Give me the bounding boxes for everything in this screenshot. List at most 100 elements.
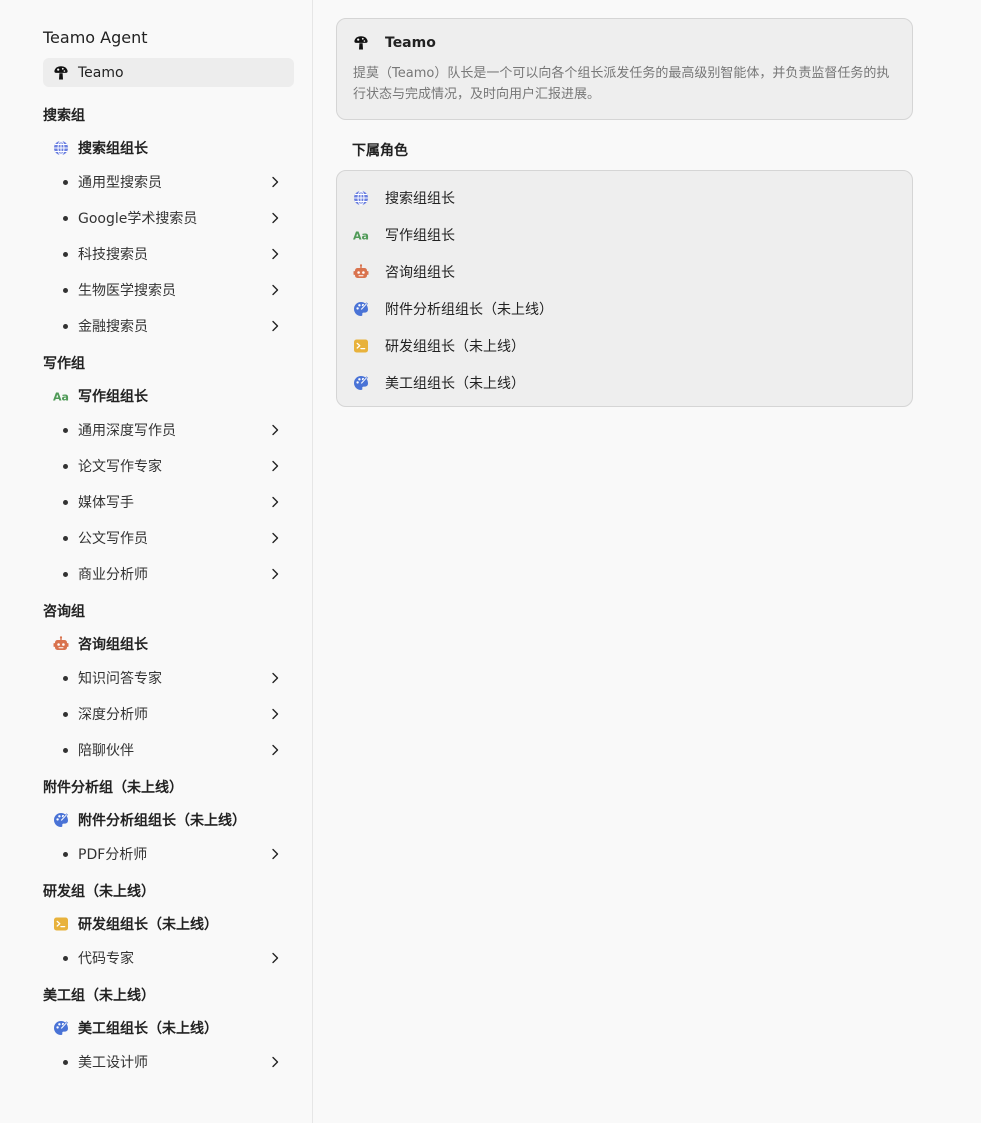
sidebar-member-item[interactable]: 金融搜索员 bbox=[43, 308, 294, 344]
bullet-dot bbox=[63, 323, 68, 329]
sidebar-member-item[interactable]: 代码专家 bbox=[43, 940, 294, 976]
sidebar-member-label: 通用型搜索员 bbox=[78, 175, 162, 191]
sidebar-member-label: 金融搜索员 bbox=[78, 319, 148, 335]
chevron-right-icon[interactable] bbox=[268, 743, 282, 757]
chevron-right-icon[interactable] bbox=[268, 495, 282, 509]
chevron-right-icon[interactable] bbox=[268, 175, 282, 189]
subordinate-item[interactable]: 研发组组长（未上线） bbox=[353, 327, 896, 364]
subordinate-label: 搜索组组长 bbox=[385, 190, 455, 207]
sidebar-member-item[interactable]: 知识问答专家 bbox=[43, 660, 294, 696]
chevron-right-icon[interactable] bbox=[268, 951, 282, 965]
sidebar-member-item[interactable]: 公文写作员 bbox=[43, 520, 294, 556]
sidebar-member-item[interactable]: PDF分析师 bbox=[43, 836, 294, 872]
sidebar-group-leader[interactable]: 美工组组长（未上线） bbox=[43, 1012, 294, 1044]
sidebar-item-teamo[interactable]: Teamo bbox=[43, 58, 294, 87]
subordinate-label: 附件分析组组长（未上线） bbox=[385, 301, 553, 318]
terminal-icon bbox=[53, 916, 69, 932]
font-icon: Aa bbox=[53, 388, 69, 404]
subordinate-item[interactable]: 附件分析组组长（未上线） bbox=[353, 290, 896, 327]
sidebar-member-item[interactable]: 通用深度写作员 bbox=[43, 412, 294, 448]
sidebar-member-item[interactable]: 陪聊伙伴 bbox=[43, 732, 294, 768]
font-icon: Aa bbox=[353, 227, 369, 243]
subordinate-item[interactable]: 美工组组长（未上线） bbox=[353, 364, 896, 401]
sidebar-nav: 搜索组搜索组组长通用型搜索员 Google学术搜索员 科技搜索员生物医学搜索员 金融搜… bbox=[43, 96, 294, 1080]
bullet-dot bbox=[63, 251, 68, 257]
chevron-right-icon[interactable] bbox=[268, 319, 282, 333]
chevron-right-icon[interactable] bbox=[268, 247, 282, 261]
sidebar-item-label: Teamo bbox=[78, 64, 124, 81]
sidebar-group-leader[interactable]: Aa 写作组组长 bbox=[43, 380, 294, 412]
palette-icon bbox=[53, 812, 69, 828]
sidebar-group-title: 附件分析组（未上线） bbox=[43, 780, 183, 796]
agent-card-title: Teamo bbox=[385, 35, 436, 51]
svg-text:Aa: Aa bbox=[53, 391, 69, 404]
sidebar-member-item[interactable]: 媒体写手 bbox=[43, 484, 294, 520]
palette-icon bbox=[53, 1020, 69, 1036]
subordinate-label: 写作组组长 bbox=[385, 227, 455, 244]
sidebar-member-item[interactable]: 论文写作专家 bbox=[43, 448, 294, 484]
bullet-dot bbox=[63, 955, 68, 961]
robot-icon bbox=[353, 263, 369, 280]
sidebar-member-label: 深度分析师 bbox=[78, 707, 148, 723]
sidebar-member-item[interactable]: 通用型搜索员 bbox=[43, 164, 294, 200]
bullet-dot bbox=[63, 215, 68, 221]
bullet-dot bbox=[63, 675, 68, 681]
bullet-dot bbox=[63, 1059, 68, 1065]
chevron-right-icon[interactable] bbox=[268, 847, 282, 861]
app-title: Teamo Agent bbox=[43, 28, 148, 47]
sidebar-group-title: 研发组（未上线） bbox=[43, 884, 155, 900]
subordinates-list: 搜索组组长 Aa 写作组组长咨询组组长附件分析组组长（未上线） 研发组组长（未上线） 美… bbox=[336, 170, 913, 407]
sidebar-member-label: Google学术搜索员 bbox=[78, 211, 198, 227]
subordinate-label: 美工组组长（未上线） bbox=[385, 375, 525, 392]
sidebar-group: 咨询组咨询组组长知识问答专家深度分析师陪聊伙伴 bbox=[43, 594, 294, 768]
chevron-right-icon[interactable] bbox=[268, 531, 282, 545]
sidebar-member-label: 商业分析师 bbox=[78, 567, 148, 583]
sidebar-member-label: 通用深度写作员 bbox=[78, 423, 176, 439]
sidebar-group-title: 咨询组 bbox=[43, 604, 85, 620]
sidebar-member-item[interactable]: 科技搜索员 bbox=[43, 236, 294, 272]
sidebar-member-item[interactable]: 生物医学搜索员 bbox=[43, 272, 294, 308]
sidebar-group-leader[interactable]: 附件分析组组长（未上线） bbox=[43, 804, 294, 836]
sidebar-group-leader[interactable]: 搜索组组长 bbox=[43, 132, 294, 164]
chevron-right-icon[interactable] bbox=[268, 567, 282, 581]
sidebar-member-item[interactable]: 美工设计师 bbox=[43, 1044, 294, 1080]
sidebar-member-label: 陪聊伙伴 bbox=[78, 743, 134, 759]
bullet-dot bbox=[63, 287, 68, 293]
svg-text:Aa: Aa bbox=[353, 229, 369, 242]
mushroom-icon bbox=[53, 65, 69, 81]
sidebar-group-leader[interactable]: 咨询组组长 bbox=[43, 628, 294, 660]
subordinate-label: 咨询组组长 bbox=[385, 264, 455, 281]
bullet-dot bbox=[63, 535, 68, 541]
sidebar-member-item[interactable]: 深度分析师 bbox=[43, 696, 294, 732]
sidebar-member-item[interactable]: Google学术搜索员 bbox=[43, 200, 294, 236]
subordinate-label: 研发组组长（未上线） bbox=[385, 338, 525, 355]
sidebar-group-leader[interactable]: 研发组组长（未上线） bbox=[43, 908, 294, 940]
subordinate-item[interactable]: 咨询组组长 bbox=[353, 253, 896, 290]
sidebar-group-title: 搜索组 bbox=[43, 108, 85, 124]
agent-card: Teamo 提莫（Teamo）队长是一个可以向各个组长派发任务的最高级别智能体，… bbox=[336, 18, 913, 120]
sidebar-member-label: 科技搜索员 bbox=[78, 247, 148, 263]
chevron-right-icon[interactable] bbox=[268, 707, 282, 721]
globe-icon bbox=[53, 140, 69, 156]
subordinate-item[interactable]: 搜索组组长 bbox=[353, 179, 896, 216]
bullet-dot bbox=[63, 427, 68, 433]
chevron-right-icon[interactable] bbox=[268, 459, 282, 473]
sidebar-leader-label: 咨询组组长 bbox=[78, 637, 148, 653]
chevron-right-icon[interactable] bbox=[268, 211, 282, 225]
sidebar-group-title: 美工组（未上线） bbox=[43, 988, 155, 1004]
sidebar-member-item[interactable]: 商业分析师 bbox=[43, 556, 294, 592]
sidebar-leader-label: 搜索组组长 bbox=[78, 141, 148, 157]
bullet-dot bbox=[63, 499, 68, 505]
sidebar-group: 搜索组搜索组组长通用型搜索员 Google学术搜索员 科技搜索员生物医学搜索员 金融搜… bbox=[43, 98, 294, 344]
sidebar-member-label: 生物医学搜索员 bbox=[78, 283, 176, 299]
sidebar-member-label: 代码专家 bbox=[78, 951, 134, 967]
chevron-right-icon[interactable] bbox=[268, 283, 282, 297]
chevron-right-icon[interactable] bbox=[268, 423, 282, 437]
robot-icon bbox=[53, 636, 69, 652]
agent-card-description: 提莫（Teamo）队长是一个可以向各个组长派发任务的最高级别智能体，并负责监督任… bbox=[353, 66, 890, 102]
chevron-right-icon[interactable] bbox=[268, 671, 282, 685]
palette-icon bbox=[353, 301, 369, 317]
chevron-right-icon[interactable] bbox=[268, 1055, 282, 1069]
subordinate-item[interactable]: Aa 写作组组长 bbox=[353, 216, 896, 253]
palette-icon bbox=[353, 375, 369, 391]
